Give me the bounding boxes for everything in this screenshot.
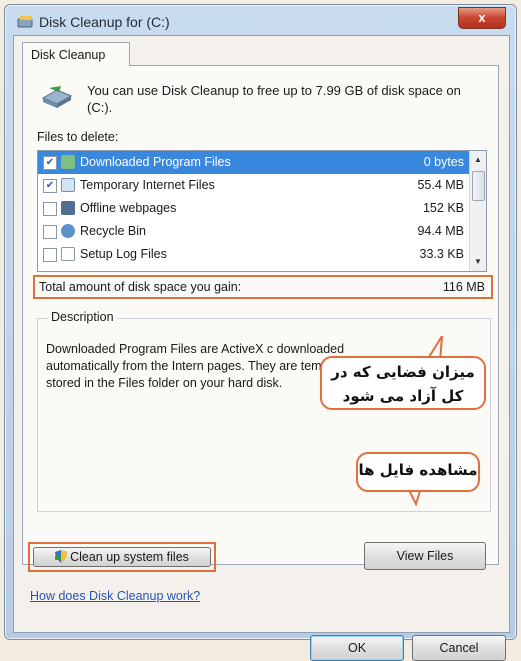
list-item[interactable]: ✔ Temporary Internet Files 55.4 MB [38,174,486,197]
file-name: Setup Log Files [80,247,167,261]
recycle-bin-icon [61,224,75,238]
total-space-value: 116 MB [442,280,485,294]
disk-cleanup-icon [41,86,73,108]
scroll-thumb[interactable] [472,171,485,201]
file-size: 55.4 MB [417,178,464,192]
file-name: Recycle Bin [80,224,146,238]
total-space-label: Total amount of disk space you gain: [39,280,242,294]
list-item[interactable]: ✔ Downloaded Program Files 0 bytes [38,151,486,174]
header-description: You can use Disk Cleanup to free up to 7… [87,83,461,115]
checkbox[interactable]: ✔ [43,179,57,193]
log-file-icon [61,247,75,261]
file-name: Downloaded Program Files [80,155,231,169]
view-files-callout: مشاهده فایل ها [356,452,480,492]
list-item[interactable]: Recycle Bin 94.4 MB [38,220,486,243]
file-size: 33.3 KB [419,247,464,261]
total-space-row: Total amount of disk space you gain: 116… [33,275,493,299]
ok-button[interactable]: OK [310,635,404,661]
window-title: Disk Cleanup for (C:) [39,14,170,30]
tab-disk-cleanup[interactable]: Disk Cleanup [22,42,130,66]
clean-up-system-files-button[interactable]: Clean up system files [33,547,211,567]
scroll-down-icon[interactable]: ▼ [472,256,484,268]
space-freed-callout: میزان فضایی که در کل آزاد می شود [320,356,486,410]
files-to-delete-label: Files to delete: [37,130,119,144]
list-item[interactable]: Setup Log Files 33.3 KB [38,243,486,266]
offline-webpages-icon [61,201,75,215]
list-scrollbar[interactable]: ▲ ▼ [469,151,486,271]
files-list[interactable]: ✔ Downloaded Program Files 0 bytes ✔ Tem… [37,150,487,272]
disk-cleanup-app-icon [17,16,33,28]
close-button[interactable]: x [458,7,506,29]
checkbox[interactable] [43,225,57,239]
help-link[interactable]: How does Disk Cleanup work? [30,589,200,603]
file-size: 152 KB [422,201,464,215]
list-item[interactable]: Offline webpages 152 KB [38,197,486,220]
page-icon [61,178,75,192]
program-files-icon [61,155,75,169]
file-name: Temporary Internet Files [80,178,215,192]
checkbox[interactable] [43,202,57,216]
title-bar[interactable]: Disk Cleanup for (C:) x [5,5,516,39]
cleanup-button-highlight: Clean up system files [28,542,216,572]
checkbox[interactable]: ✔ [43,156,57,170]
uac-shield-icon [55,550,68,563]
file-size: 94.4 MB [417,224,464,238]
file-name: Offline webpages [80,201,177,215]
scroll-up-icon[interactable]: ▲ [472,154,484,166]
description-title: Description [48,310,117,324]
cancel-button[interactable]: Cancel [412,635,506,661]
file-size: 0 bytes [423,155,464,169]
checkbox[interactable] [43,248,57,262]
clean-up-system-files-label: Clean up system files [70,550,189,564]
disk-cleanup-window: Disk Cleanup for (C:) x Disk Cleanup You… [4,4,517,661]
view-files-button[interactable]: View Files [364,542,486,570]
dialog-client-area: Disk Cleanup You can use Disk Cleanup to… [13,35,510,661]
